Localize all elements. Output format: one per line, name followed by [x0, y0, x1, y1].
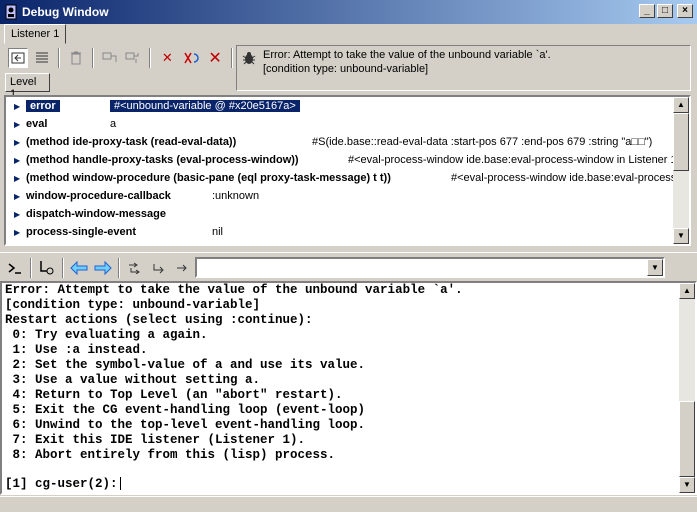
text-cursor	[119, 477, 121, 491]
close-button[interactable]: ×	[677, 4, 693, 18]
toolbar-separator	[57, 48, 60, 68]
stack-frame-name: (method window-procedure (basic-pane (eq…	[26, 172, 391, 184]
stack-frame-value: a	[110, 118, 117, 130]
expand-triangle-icon[interactable]: ▶	[6, 174, 26, 183]
step-into-icon[interactable]	[148, 257, 170, 279]
app-icon	[4, 4, 18, 20]
scroll-down-button[interactable]: ▼	[673, 228, 689, 244]
listener-output-line: [condition type: unbound-variable]	[5, 298, 261, 312]
minimize-button[interactable]: _	[639, 4, 655, 18]
prompt-icon[interactable]	[4, 257, 26, 279]
listener-output-line: 8: Abort entirely from this (lisp) proce…	[5, 448, 336, 462]
error-line-1: Error: Attempt to take the value of the …	[263, 49, 551, 61]
status-bar	[0, 496, 697, 512]
listener-output-line: 1: Use :a instead.	[5, 343, 148, 357]
step-next-icon[interactable]	[124, 257, 146, 279]
stack-frame-value: #<eval-process-window ide.base:eval-proc…	[348, 154, 677, 166]
restart-icon[interactable]	[181, 48, 201, 68]
expand-triangle-icon[interactable]: ▶	[6, 210, 26, 219]
trash-icon[interactable]	[66, 48, 86, 68]
inspect-icon[interactable]	[36, 257, 58, 279]
stack-frame-value: #<eval-process-window ide.base:eval-proc…	[451, 172, 677, 184]
listener-output-line: 4: Return to Top Level (an "abort" resta…	[5, 388, 343, 402]
stack-frame-value: :unknown	[212, 190, 260, 202]
stack-frame-row[interactable]: ▶ dispatch-window-message	[6, 205, 677, 223]
chevron-down-icon[interactable]: ▼	[647, 259, 663, 276]
listener-pane[interactable]: Error: Attempt to take the value of the …	[0, 281, 697, 495]
stack-frame-row[interactable]: ▶ process-single-event nil	[6, 223, 677, 241]
stack-frame-name: eval	[26, 118, 48, 130]
error-line-2: [condition type: unbound-variable]	[263, 63, 429, 75]
step-over-icon[interactable]	[100, 48, 120, 68]
listener-prompt: [1] cg-user(2):	[5, 477, 118, 491]
stack-frame-row[interactable]: ▶ error #<unbound-variable @ #x20e5167a>	[6, 97, 677, 115]
listener-output-line: Error: Attempt to take the value of the …	[5, 283, 463, 297]
listener-output-line: 3: Use a value without setting a.	[5, 373, 261, 387]
stack-frame-row[interactable]: ▶ window-procedure-callback :unknown	[6, 187, 677, 205]
toolbar-separator	[231, 48, 234, 68]
toolbar-separator	[91, 48, 94, 68]
scroll-thumb[interactable]	[679, 401, 695, 477]
stack-frame-name: window-procedure-callback	[26, 190, 171, 202]
window-title: Debug Window	[22, 5, 109, 19]
toolbar-separator	[118, 257, 120, 278]
stack-frame-name: (method handle-proxy-tasks (eval-process…	[26, 154, 299, 166]
listener-prompt-line[interactable]: [1] cg-user(2):	[5, 477, 121, 491]
stack-frame-rows: ▶ error #<unbound-variable @ #x20e5167a> ▶ e…	[6, 97, 677, 244]
toolbar-separator	[30, 257, 32, 278]
scroll-up-button[interactable]: ▲	[673, 97, 689, 113]
stack-vertical-scrollbar[interactable]: ▲ ▼	[673, 97, 689, 244]
stack-frame-value: #S(ide.base::read-eval-data :start-pos 6…	[312, 136, 653, 148]
error-message-panel: Error: Attempt to take the value of the …	[236, 45, 691, 91]
toolbar-separator	[62, 257, 64, 278]
list-icon[interactable]	[32, 48, 52, 68]
listener-output-line: 2: Set the symbol-value of a and use its…	[5, 358, 366, 372]
listener-output-line: 5: Exit the CG event-handling loop (even…	[5, 403, 366, 417]
stack-frame-name: process-single-event	[26, 226, 137, 238]
listener-vertical-scrollbar[interactable]: ▲ ▼	[679, 283, 695, 493]
stack-frame-row[interactable]: ▶ (method handle-proxy-tasks (eval-proces…	[6, 151, 677, 169]
toolbar-separator	[149, 48, 152, 68]
listener-output-line: 7: Exit this IDE listener (Listener 1).	[5, 433, 306, 447]
level-tab[interactable]: Level 1	[5, 73, 50, 100]
listener-output-line: 0: Try evaluating a again.	[5, 328, 208, 342]
cancel-icon[interactable]: ✕	[157, 48, 177, 68]
abort-icon[interactable]: ✕	[205, 48, 225, 68]
stack-frame-name: error	[26, 100, 60, 112]
stack-frame-row[interactable]: ▶ (method window-procedure (basic-pane (e…	[6, 169, 677, 187]
stack-frame-name: (method ide-proxy-task (read-eval-data))	[26, 136, 237, 148]
title-bar[interactable]: Debug Window _ □ ×	[0, 0, 697, 24]
forward-arrow-icon[interactable]	[92, 257, 114, 279]
tab-row: Listener 1	[0, 24, 697, 44]
expand-triangle-icon[interactable]: ▶	[6, 102, 26, 111]
expand-triangle-icon[interactable]: ▶	[6, 120, 26, 129]
return-icon[interactable]	[8, 48, 28, 68]
maximize-button[interactable]: □	[657, 4, 673, 18]
listener-toolbar: ▼	[0, 252, 697, 282]
listener-output-line: Restart actions (select using :continue)…	[5, 313, 313, 327]
expand-triangle-icon[interactable]: ▶	[6, 156, 26, 165]
scroll-up-button[interactable]: ▲	[679, 283, 695, 299]
stack-frame-name: dispatch-window-message	[26, 208, 166, 220]
listener-output: Error: Attempt to take the value of the …	[5, 283, 677, 463]
debug-toolbar: ✕ ✕	[2, 45, 235, 71]
expand-triangle-icon[interactable]: ▶	[6, 138, 26, 147]
error-text: Error: Attempt to take the value of the …	[263, 48, 551, 88]
listener-history-combobox[interactable]: ▼	[195, 257, 665, 278]
expand-triangle-icon[interactable]: ▶	[6, 228, 26, 237]
stack-frame-value[interactable]: #<unbound-variable @ #x20e5167a>	[110, 100, 300, 112]
back-arrow-icon[interactable]	[68, 257, 90, 279]
tab-listener-1[interactable]: Listener 1	[4, 24, 67, 44]
expand-triangle-icon[interactable]: ▶	[6, 192, 26, 201]
stack-frame-row[interactable]: ▶ (method ide-proxy-task (read-eval-data)…	[6, 133, 677, 151]
stack-frame-list[interactable]: ▶ error #<unbound-variable @ #x20e5167a> ▶ e…	[4, 95, 691, 246]
scroll-thumb[interactable]	[673, 113, 689, 171]
scroll-down-button[interactable]: ▼	[679, 477, 695, 493]
stack-frame-row[interactable]: ▶ eval a	[6, 115, 677, 133]
listener-output-line: 6: Unwind to the top-level event-handlin…	[5, 418, 366, 432]
step-into-icon[interactable]	[124, 48, 144, 68]
bug-icon	[241, 50, 257, 66]
step-out-icon[interactable]	[172, 257, 194, 279]
stack-frame-value: nil	[212, 226, 224, 238]
